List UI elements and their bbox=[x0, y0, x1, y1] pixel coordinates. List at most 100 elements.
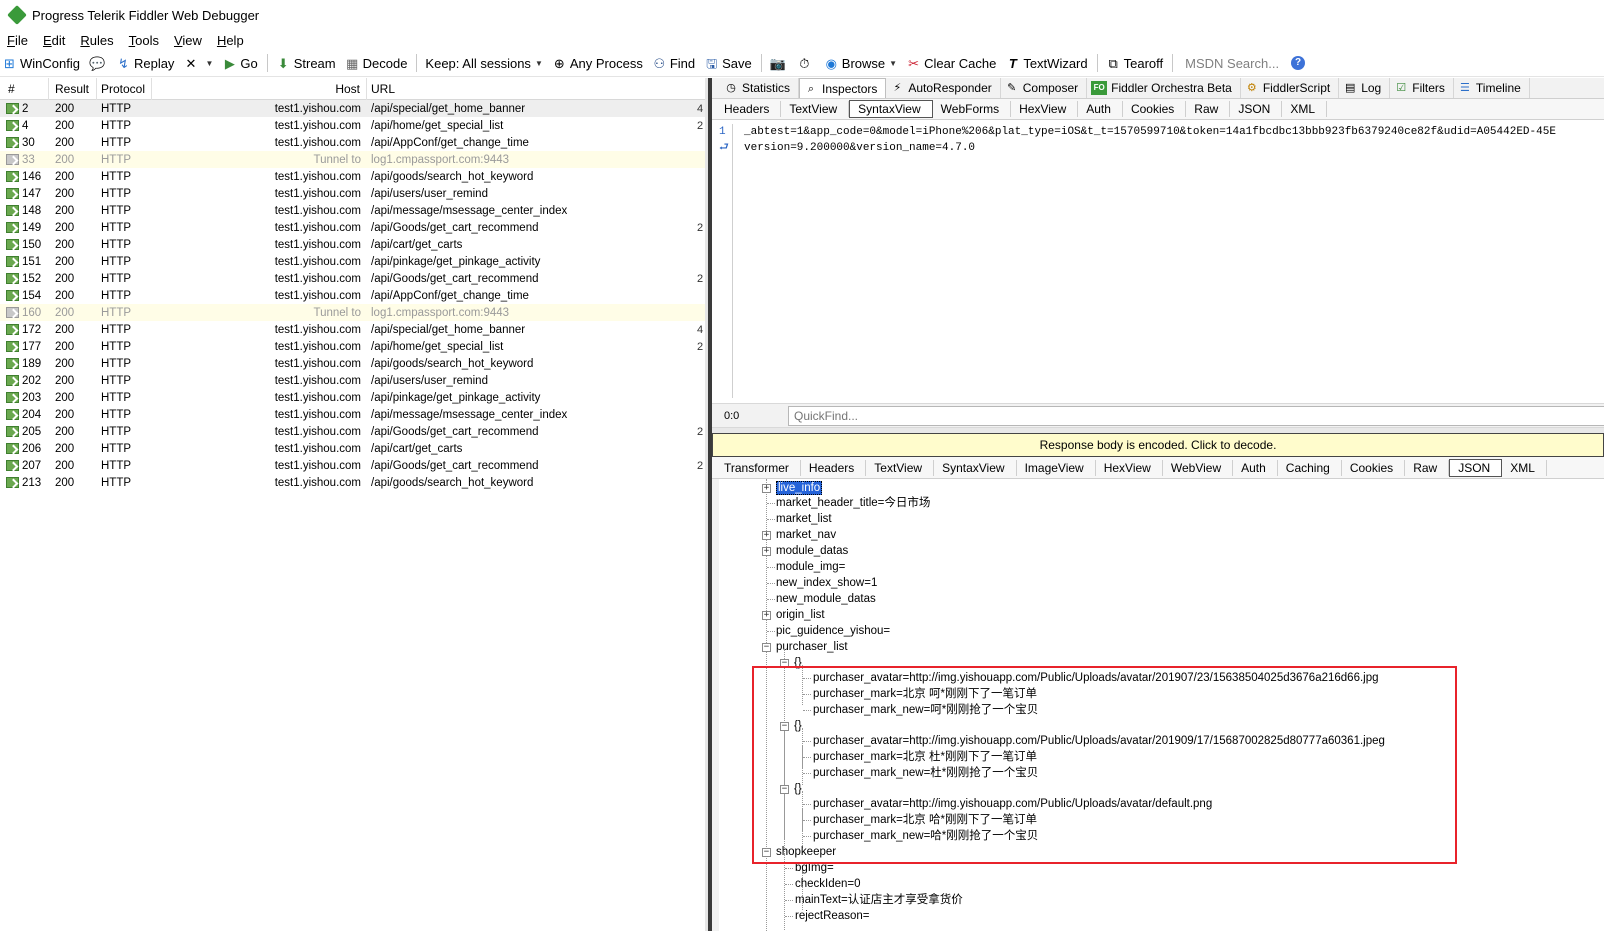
expand-toggle-icon[interactable]: + bbox=[762, 611, 771, 620]
timer-button[interactable]: ⏱ bbox=[797, 56, 815, 71]
help-icon[interactable]: ? bbox=[1291, 56, 1306, 70]
stream-button[interactable]: ⬇ Stream bbox=[276, 56, 336, 71]
resp-tab-cookies[interactable]: Cookies bbox=[1342, 459, 1406, 476]
winconfig-button[interactable]: ⊞ WinConfig bbox=[2, 56, 80, 71]
tree-node-object[interactable]: {} bbox=[794, 655, 802, 671]
tree-node-market-nav[interactable]: market_nav bbox=[776, 527, 836, 543]
save-button[interactable]: 🖫 Save bbox=[704, 56, 752, 71]
go-button[interactable]: ▶ Go bbox=[222, 56, 258, 71]
tearoff-button[interactable]: ⧉ Tearoff bbox=[1106, 56, 1163, 71]
menu-rules[interactable]: Rules bbox=[80, 33, 113, 48]
table-row[interactable]: 202 200 HTTP test1.yishou.com/api/users/use… bbox=[0, 372, 708, 389]
clear-cache-button[interactable]: ✂ Clear Cache bbox=[906, 56, 996, 71]
tree-node-maintext[interactable]: mainText=认证店主才享受拿货价 bbox=[795, 892, 963, 908]
resp-tab-hexview[interactable]: HexView bbox=[1096, 459, 1163, 476]
menu-help[interactable]: Help bbox=[217, 33, 244, 48]
collapse-toggle-icon[interactable]: − bbox=[780, 785, 789, 794]
tree-node-object[interactable]: {} bbox=[794, 781, 802, 797]
column-header-result[interactable]: Result bbox=[49, 78, 97, 100]
comment-button[interactable]: 💬 bbox=[89, 56, 107, 71]
resp-tab-raw[interactable]: Raw bbox=[1405, 459, 1450, 476]
msdn-search-input[interactable]: MSDN Search... bbox=[1185, 56, 1279, 71]
req-tab-webforms[interactable]: WebForms bbox=[933, 101, 1012, 117]
resp-tab-transformer[interactable]: Transformer bbox=[716, 459, 801, 476]
table-row[interactable]: 160 200 HTTP Tunnel to log1.cmpassport.com:9… bbox=[0, 304, 708, 321]
tab-autoresponder[interactable]: ⚡ AutoResponder bbox=[886, 78, 1001, 98]
collapse-toggle-icon[interactable]: − bbox=[762, 848, 771, 857]
table-row[interactable]: 33 200 HTTP Tunnel to log1.cmpassport.com:94… bbox=[0, 151, 708, 168]
req-tab-syntaxview[interactable]: SyntaxView bbox=[849, 100, 933, 118]
tree-node-module-img[interactable]: module_img= bbox=[776, 559, 845, 575]
table-row[interactable]: 149 200 HTTP test1.yishou.com/api/Goods/get… bbox=[0, 219, 708, 236]
menu-file[interactable]: File bbox=[7, 33, 28, 48]
tree-node-purchaser-list[interactable]: purchaser_list bbox=[776, 639, 848, 655]
find-button[interactable]: ⚇ Find bbox=[652, 56, 696, 71]
tree-node-checkiden[interactable]: checkIden=0 bbox=[795, 876, 861, 892]
resp-tab-json[interactable]: JSON bbox=[1449, 458, 1503, 477]
table-row[interactable]: 2 200 HTTP test1.yishou.com/api/special/get… bbox=[0, 100, 708, 117]
menu-tools[interactable]: Tools bbox=[129, 33, 159, 48]
resp-tab-imageview[interactable]: ImageView bbox=[1017, 459, 1096, 476]
table-row[interactable]: 151 200 HTTP test1.yishou.com/api/pinkage/g… bbox=[0, 253, 708, 270]
table-row[interactable]: 206 200 HTTP test1.yishou.com/api/cart/get_… bbox=[0, 440, 708, 457]
keep-sessions-dropdown[interactable]: Keep: All sessions ▼ bbox=[425, 56, 542, 71]
tree-node-module-datas[interactable]: module_datas bbox=[776, 543, 848, 559]
tree-node-purchaser-mark-new[interactable]: purchaser_mark_new=杜*刚刚抢了一个宝贝 bbox=[813, 765, 1038, 781]
tab-inspectors[interactable]: ⌕ Inspectors bbox=[799, 78, 887, 98]
table-row[interactable]: 172 200 HTTP test1.yishou.com/api/special/g… bbox=[0, 321, 708, 338]
table-row[interactable]: 146 200 HTTP test1.yishou.com/api/goods/sea… bbox=[0, 168, 708, 185]
req-tab-json[interactable]: JSON bbox=[1230, 101, 1283, 117]
remove-button[interactable]: ✕ ▼ bbox=[183, 56, 213, 71]
req-tab-cookies[interactable]: Cookies bbox=[1123, 101, 1187, 117]
table-row[interactable]: 30 200 HTTP test1.yishou.com/api/AppConf/ge… bbox=[0, 134, 708, 151]
req-tab-raw[interactable]: Raw bbox=[1186, 101, 1231, 117]
tree-node-market-header-title[interactable]: market_header_title=今日市场 bbox=[776, 495, 930, 511]
req-tab-hexview[interactable]: HexView bbox=[1011, 101, 1079, 117]
textwizard-button[interactable]: T TextWizard bbox=[1005, 56, 1088, 71]
column-header-url[interactable]: URL bbox=[367, 82, 687, 96]
request-body-editor[interactable]: 1 ⮐ _abtest=1&app_code=0&model=iPhone%20… bbox=[712, 120, 1604, 404]
table-row[interactable]: 148 200 HTTP test1.yishou.com/api/message/m… bbox=[0, 202, 708, 219]
resp-tab-textview[interactable]: TextView bbox=[866, 459, 935, 476]
menu-view[interactable]: View bbox=[174, 33, 202, 48]
any-process-button[interactable]: ⊕ Any Process bbox=[552, 56, 643, 71]
tree-node-purchaser-avatar[interactable]: purchaser_avatar=http://img.yishouapp.co… bbox=[813, 796, 1212, 812]
req-tab-headers[interactable]: Headers bbox=[716, 101, 782, 117]
tree-node-pic-guidence-yishou[interactable]: pic_guidence_yishou= bbox=[776, 623, 890, 639]
tree-node-market-list[interactable]: market_list bbox=[776, 511, 832, 527]
tab-fiddlerscript[interactable]: ⚙ FiddlerScript bbox=[1241, 78, 1340, 98]
collapse-toggle-icon[interactable]: − bbox=[780, 659, 789, 668]
req-tab-xml[interactable]: XML bbox=[1282, 101, 1328, 117]
column-header-protocol[interactable]: Protocol bbox=[97, 78, 152, 100]
table-row[interactable]: 203 200 HTTP test1.yishou.com/api/pinkage/g… bbox=[0, 389, 708, 406]
table-row[interactable]: 177 200 HTTP test1.yishou.com/api/home/get_… bbox=[0, 338, 708, 355]
resp-tab-caching[interactable]: Caching bbox=[1278, 459, 1342, 476]
expand-toggle-icon[interactable]: + bbox=[762, 547, 771, 556]
tree-node-new-module-datas[interactable]: new_module_datas bbox=[776, 591, 876, 607]
req-tab-textview[interactable]: TextView bbox=[781, 101, 850, 117]
screenshot-button[interactable]: 📷 bbox=[770, 56, 788, 71]
remove-dropdown-icon[interactable]: ▼ bbox=[205, 59, 213, 68]
tab-fiddler-orchestra[interactable]: FO Fiddler Orchestra Beta bbox=[1087, 78, 1241, 98]
table-row[interactable]: 205 200 HTTP test1.yishou.com/api/Goods/get… bbox=[0, 423, 708, 440]
tree-node-live-info[interactable]: live_info bbox=[776, 480, 823, 496]
column-header-host[interactable]: Host bbox=[152, 78, 367, 100]
tree-node-purchaser-mark[interactable]: purchaser_mark=北京 呵*刚刚下了一笔订单 bbox=[813, 686, 1037, 702]
tree-node-origin-list[interactable]: origin_list bbox=[776, 607, 825, 623]
browse-button[interactable]: ◉ Browse ▼ bbox=[824, 56, 897, 71]
column-header-number[interactable]: # bbox=[0, 78, 49, 100]
tab-statistics[interactable]: ◷ Statistics bbox=[720, 78, 800, 98]
tree-node-shopkeeper[interactable]: shopkeeper bbox=[776, 844, 836, 860]
collapse-toggle-icon[interactable]: − bbox=[780, 722, 789, 731]
table-row[interactable]: 207 200 HTTP test1.yishou.com/api/Goods/get… bbox=[0, 457, 708, 474]
table-row[interactable]: 213 200 HTTP test1.yishou.com/api/goods/sea… bbox=[0, 474, 708, 491]
replay-button[interactable]: ↯ Replay bbox=[116, 56, 174, 71]
tree-node-purchaser-mark[interactable]: purchaser_mark=北京 杜*刚刚下了一笔订单 bbox=[813, 749, 1037, 765]
expand-toggle-icon[interactable]: + bbox=[762, 484, 771, 493]
tree-node-purchaser-mark-new[interactable]: purchaser_mark_new=哈*刚刚抢了一个宝贝 bbox=[813, 828, 1038, 844]
tree-node-bgimg[interactable]: bgImg= bbox=[795, 860, 834, 876]
table-row[interactable]: 154 200 HTTP test1.yishou.com/api/AppConf/g… bbox=[0, 287, 708, 304]
menu-edit[interactable]: Edit bbox=[43, 33, 65, 48]
resp-tab-webview[interactable]: WebView bbox=[1163, 459, 1234, 476]
table-row[interactable]: 150 200 HTTP test1.yishou.com/api/cart/get_… bbox=[0, 236, 708, 253]
